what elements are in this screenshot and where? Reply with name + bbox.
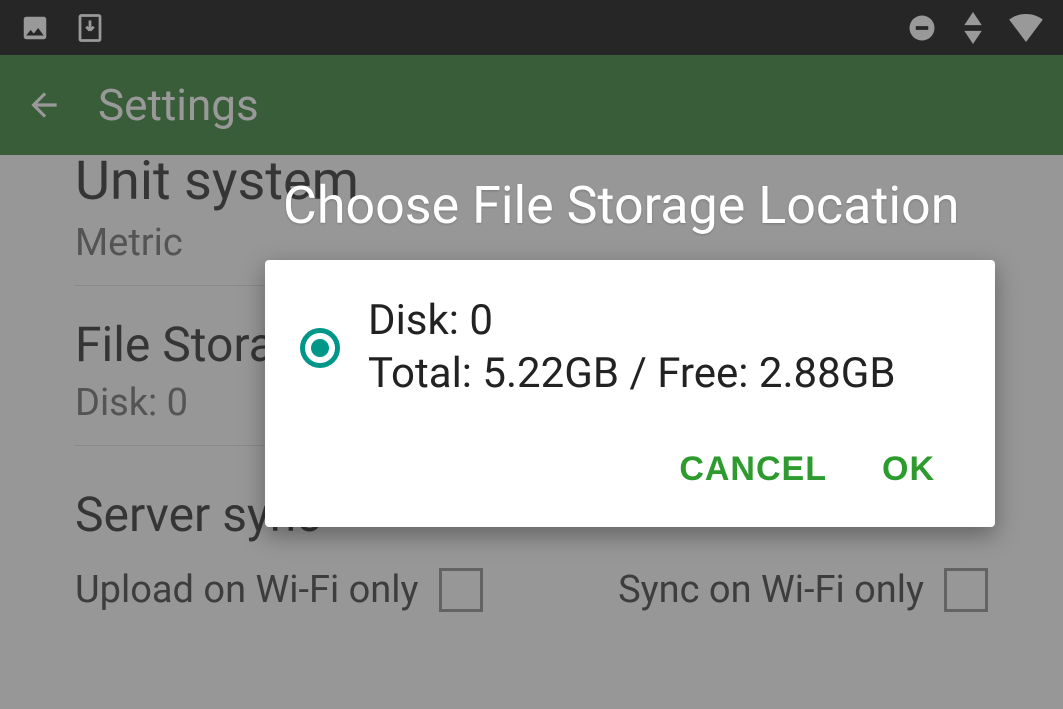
radio-selected-icon[interactable]: [300, 328, 340, 368]
option-line2: Total: 5.22GB / Free: 2.88GB: [368, 348, 896, 401]
dialog-title: Choose File Storage Location: [265, 175, 995, 260]
storage-option-disk-0[interactable]: Disk: 0 Total: 5.22GB / Free: 2.88GB: [300, 295, 960, 400]
dialog-body: Disk: 0 Total: 5.22GB / Free: 2.88GB CAN…: [265, 260, 995, 527]
ok-button[interactable]: OK: [882, 450, 935, 489]
option-line1: Disk: 0: [368, 295, 896, 348]
cancel-button[interactable]: CANCEL: [679, 450, 827, 489]
dialog-actions: CANCEL OK: [300, 430, 960, 507]
storage-location-dialog: Choose File Storage Location Disk: 0 Tot…: [265, 175, 995, 527]
radio-label: Disk: 0 Total: 5.22GB / Free: 2.88GB: [368, 295, 896, 400]
